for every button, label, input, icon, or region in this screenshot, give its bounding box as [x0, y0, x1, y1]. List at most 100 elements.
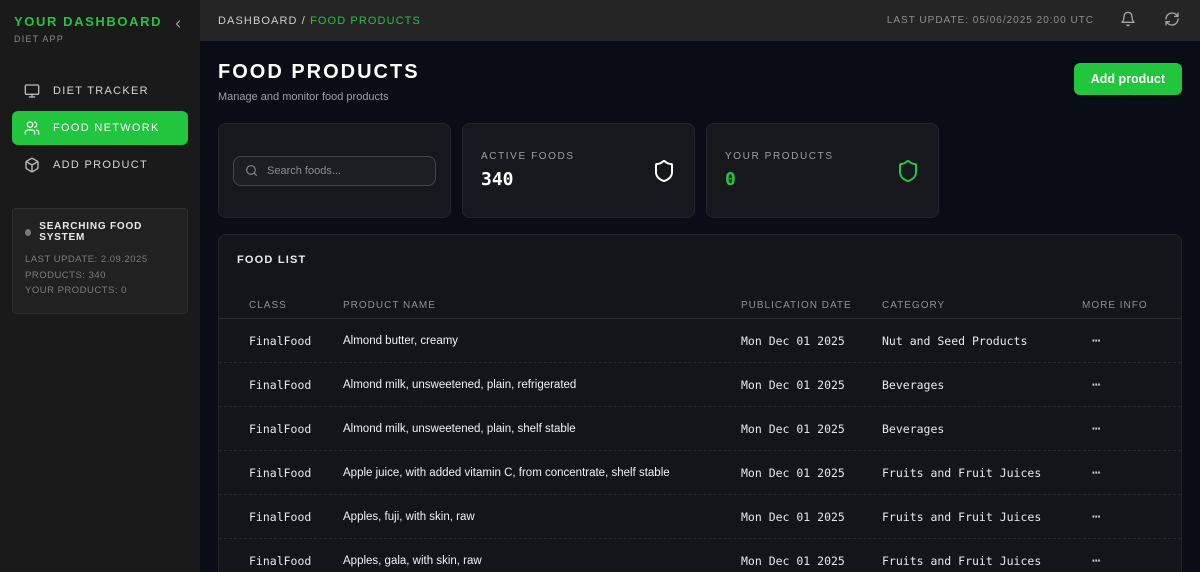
users-icon [24, 120, 40, 136]
add-product-button[interactable]: Add product [1074, 63, 1182, 95]
page-title-block: FOOD PRODUCTS Manage and monitor food pr… [218, 61, 420, 103]
table-row: FinalFood Almond milk, unsweetened, plai… [219, 407, 1181, 451]
your-products-label: YOUR PRODUCTS [725, 151, 834, 162]
more-info-button[interactable]: ⋯ [1082, 553, 1151, 569]
search-card [218, 123, 451, 218]
table-row: FinalFood Almond butter, creamy Mon Dec … [219, 319, 1181, 363]
cell-product-name: Apples, gala, with skin, raw [343, 555, 741, 567]
sidebar-item-diet-tracker[interactable]: DIET TRACKER [12, 74, 188, 108]
your-products-value: 0 [725, 169, 834, 190]
last-update-label: LAST UPDATE: 05/06/2025 20:00 UTC [887, 15, 1094, 26]
table-row: FinalFood Apples, fuji, with skin, raw M… [219, 495, 1181, 539]
cell-publication-date: Mon Dec 01 2025 [741, 466, 882, 480]
column-header-more-info: MORE INFO [1082, 300, 1151, 311]
sidebar-item-label: DIET TRACKER [53, 85, 149, 97]
status-last-update: LAST UPDATE: 2.09.2025 [25, 252, 175, 268]
cell-product-name: Almond milk, unsweetened, plain, refrige… [343, 379, 741, 391]
search-box[interactable] [233, 156, 436, 186]
column-header-class: CLASS [249, 300, 343, 311]
cell-category: Fruits and Fruit Juices [882, 554, 1082, 568]
page-header: FOOD PRODUCTS Manage and monitor food pr… [218, 61, 1182, 103]
active-foods-label: ACTIVE FOODS [481, 151, 575, 162]
your-products-text: YOUR PRODUCTS 0 [725, 151, 834, 190]
bell-icon [1120, 11, 1136, 30]
main-content: FOOD PRODUCTS Manage and monitor food pr… [200, 41, 1200, 572]
food-list-title: FOOD LIST [237, 254, 1181, 266]
notifications-button[interactable] [1118, 9, 1138, 32]
cell-publication-date: Mon Dec 01 2025 [741, 378, 882, 392]
shield-icon [652, 159, 676, 183]
column-header-category: CATEGORY [882, 300, 1082, 311]
page-title: FOOD PRODUCTS [218, 61, 420, 84]
cell-category: Beverages [882, 422, 1082, 436]
more-info-button[interactable]: ⋯ [1082, 377, 1151, 393]
cell-category: Fruits and Fruit Juices [882, 466, 1082, 480]
topbar: DASHBOARD / FOOD PRODUCTS LAST UPDATE: 0… [200, 0, 1200, 41]
breadcrumb-root[interactable]: DASHBOARD / [218, 15, 310, 27]
search-icon [245, 164, 258, 177]
sidebar-item-label: FOOD NETWORK [53, 122, 160, 134]
breadcrumb-current: FOOD PRODUCTS [310, 15, 421, 27]
more-info-button[interactable]: ⋯ [1082, 509, 1151, 525]
sidebar-title-block: YOUR DASHBOARD DIET APP [14, 14, 162, 44]
status-your-products-count: YOUR PRODUCTS: 0 [25, 283, 175, 299]
system-status-card: SEARCHING FOOD SYSTEM LAST UPDATE: 2.09.… [12, 208, 188, 314]
cell-category: Beverages [882, 378, 1082, 392]
page-subtitle: Manage and monitor food products [218, 91, 420, 103]
monitor-icon [24, 83, 40, 99]
more-info-button[interactable]: ⋯ [1082, 421, 1151, 437]
cell-product-name: Almond milk, unsweetened, plain, shelf s… [343, 423, 741, 435]
cell-publication-date: Mon Dec 01 2025 [741, 510, 882, 524]
cell-category: Nut and Seed Products [882, 334, 1082, 348]
app-subtitle: DIET APP [14, 34, 162, 44]
sidebar-item-label: ADD PRODUCT [53, 159, 148, 171]
table-row: FinalFood Almond milk, unsweetened, plai… [219, 363, 1181, 407]
cell-publication-date: Mon Dec 01 2025 [741, 422, 882, 436]
table-header-row: CLASS PRODUCT NAME PUBLICATION DATE CATE… [219, 293, 1181, 319]
status-dot-icon [25, 229, 31, 236]
sidebar-nav: DIET TRACKER FOOD NETWORK ADD PRODUCT [12, 74, 188, 182]
cell-product-name: Apples, fuji, with skin, raw [343, 511, 741, 523]
cell-publication-date: Mon Dec 01 2025 [741, 554, 882, 568]
stat-cards-row: ACTIVE FOODS 340 YOUR PRODUCTS 0 [218, 123, 1182, 218]
your-products-card: YOUR PRODUCTS 0 [706, 123, 939, 218]
cell-class: FinalFood [249, 378, 343, 392]
active-foods-text: ACTIVE FOODS 340 [481, 151, 575, 190]
column-header-publication-date: PUBLICATION DATE [741, 300, 882, 311]
cell-class: FinalFood [249, 554, 343, 568]
chevron-left-icon [172, 18, 184, 33]
status-details: LAST UPDATE: 2.09.2025 PRODUCTS: 340 YOU… [25, 252, 175, 299]
column-header-product-name: PRODUCT NAME [343, 300, 741, 311]
refresh-button[interactable] [1162, 9, 1182, 32]
active-foods-card: ACTIVE FOODS 340 [462, 123, 695, 218]
cell-class: FinalFood [249, 466, 343, 480]
status-title-row: SEARCHING FOOD SYSTEM [25, 221, 175, 243]
package-icon [24, 157, 40, 173]
cell-class: FinalFood [249, 334, 343, 348]
breadcrumb: DASHBOARD / FOOD PRODUCTS [218, 15, 421, 27]
search-input[interactable] [267, 165, 424, 177]
more-info-button[interactable]: ⋯ [1082, 465, 1151, 481]
cell-product-name: Almond butter, creamy [343, 335, 741, 347]
sidebar-collapse-button[interactable] [170, 16, 186, 35]
cell-publication-date: Mon Dec 01 2025 [741, 334, 882, 348]
cell-category: Fruits and Fruit Juices [882, 510, 1082, 524]
table-body: FinalFood Almond butter, creamy Mon Dec … [219, 319, 1181, 572]
cell-product-name: Apple juice, with added vitamin C, from … [343, 467, 741, 479]
sidebar-item-food-network[interactable]: FOOD NETWORK [12, 111, 188, 145]
cell-class: FinalFood [249, 510, 343, 524]
status-title: SEARCHING FOOD SYSTEM [39, 221, 175, 243]
food-list-panel: FOOD LIST CLASS PRODUCT NAME PUBLICATION… [218, 234, 1182, 572]
more-info-button[interactable]: ⋯ [1082, 333, 1151, 349]
sidebar-header: YOUR DASHBOARD DIET APP [12, 14, 188, 44]
table-row: FinalFood Apple juice, with added vitami… [219, 451, 1181, 495]
active-foods-value: 340 [481, 169, 575, 190]
sidebar: YOUR DASHBOARD DIET APP DIET TRACKER FOO… [0, 0, 200, 572]
table-row: FinalFood Apples, gala, with skin, raw M… [219, 539, 1181, 572]
sidebar-item-add-product[interactable]: ADD PRODUCT [12, 148, 188, 182]
topbar-right: LAST UPDATE: 05/06/2025 20:00 UTC [887, 9, 1182, 32]
cell-class: FinalFood [249, 422, 343, 436]
refresh-icon [1164, 11, 1180, 30]
shield-icon [896, 159, 920, 183]
status-products-count: PRODUCTS: 340 [25, 268, 175, 284]
